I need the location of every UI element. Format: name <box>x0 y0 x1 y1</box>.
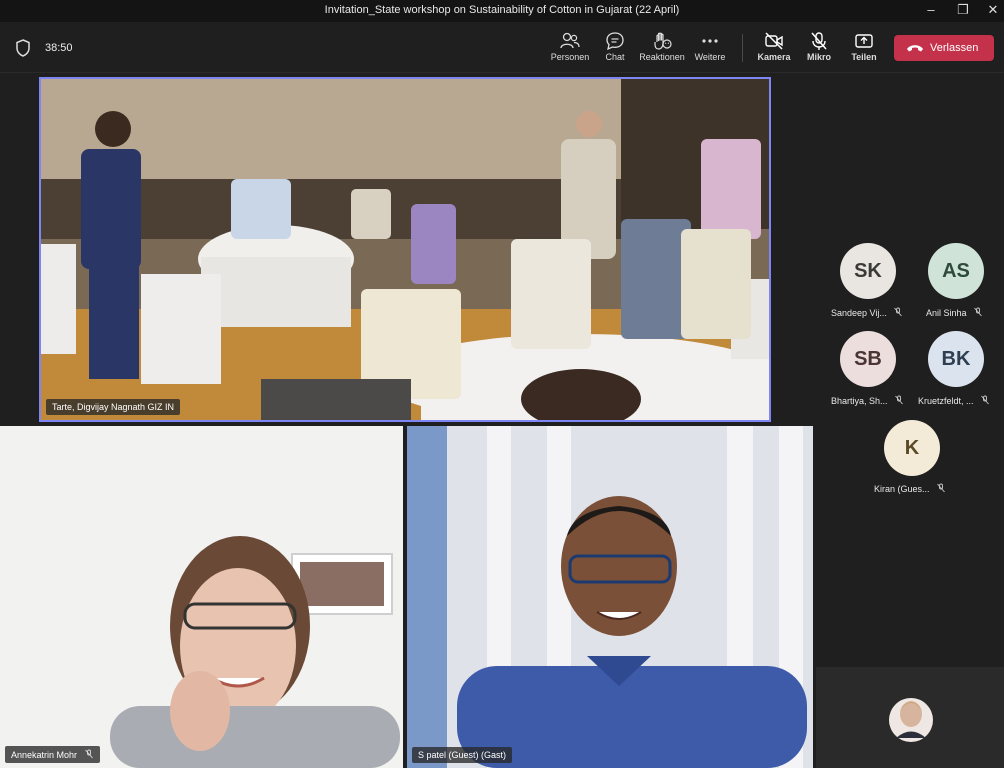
video-tile-spatel[interactable]: S patel (Guest) (Gast) <box>407 426 813 768</box>
participant-avatar[interactable]: SK <box>840 243 896 299</box>
participant-name: Kruetzfeldt, ... <box>918 395 990 406</box>
close-icon[interactable]: ✕ <box>978 0 1004 22</box>
participant-name-text: Sandeep Vij... <box>831 308 887 318</box>
mic-off-icon <box>936 483 945 493</box>
participant-avatar[interactable]: AS <box>928 243 984 299</box>
video-feed <box>407 426 813 768</box>
share-label: Teilen <box>851 52 877 62</box>
participant-name-text: Bhartiya, Sh... <box>831 396 888 406</box>
participant-name: Sandeep Vij... <box>831 307 903 318</box>
more-icon <box>702 39 718 43</box>
toolbar-divider <box>742 34 743 62</box>
title-bar: Invitation_State workshop on Sustainabil… <box>0 0 1004 22</box>
more-button[interactable]: Weitere <box>682 30 738 62</box>
participant-avatar[interactable]: BK <box>928 331 984 387</box>
leave-button[interactable]: Verlassen <box>894 35 994 61</box>
video-feed <box>0 426 403 768</box>
mic-off-icon <box>894 307 902 317</box>
mic-off-icon <box>894 395 903 405</box>
participant-name-tag: S patel (Guest) (Gast) <box>412 747 513 763</box>
meeting-timer: 38:50 <box>45 42 73 54</box>
participant-name-text: Kiran (Gues... <box>874 484 930 494</box>
reactions-label: Reaktionen <box>639 52 685 62</box>
meeting-toolbar: 38:50 Personen Chat Reaktionen Weitere K… <box>0 22 1004 73</box>
participant-name: Anil Sinha <box>926 307 983 318</box>
people-label: Personen <box>550 52 590 62</box>
chat-icon <box>606 32 624 51</box>
participant-name: Kiran (Gues... <box>874 483 946 494</box>
mic-off-icon <box>973 307 982 317</box>
minimize-icon[interactable]: – <box>916 0 946 22</box>
more-label: Weitere <box>694 52 726 62</box>
self-view[interactable] <box>816 667 1004 768</box>
participant-name-text: Kruetzfeldt, ... <box>918 396 974 406</box>
camera-label: Kamera <box>757 52 791 62</box>
participant-name-tag: Tarte, Digvijay Nagnath GIZ IN <box>46 399 181 415</box>
participant-name-tag: Annekatrin Mohr <box>5 746 100 763</box>
video-tile-main[interactable]: Tarte, Digvijay Nagnath GIZ IN <box>39 77 771 422</box>
participant-avatar[interactable]: K <box>884 420 940 476</box>
mic-off-icon <box>84 749 93 759</box>
leave-label: Verlassen <box>930 42 979 54</box>
phone-icon <box>907 45 923 52</box>
participant-name: Annekatrin Mohr <box>11 750 78 760</box>
shield-icon <box>16 39 30 57</box>
participant-name-text: Anil Sinha <box>926 308 967 318</box>
avatar <box>889 698 933 742</box>
restore-icon[interactable]: ❐ <box>948 0 978 22</box>
video-tile-annekatrin[interactable]: Annekatrin Mohr <box>0 426 403 768</box>
window-title: Invitation_State workshop on Sustainabil… <box>324 4 680 16</box>
camera-off-icon <box>765 32 783 50</box>
chat-label: Chat <box>605 52 625 62</box>
mic-off-icon <box>811 32 827 50</box>
participant-avatar[interactable]: SB <box>840 331 896 387</box>
share-button[interactable]: Teilen <box>836 30 892 62</box>
reactions-icon <box>654 32 672 50</box>
mic-off-icon <box>980 395 989 405</box>
video-feed <box>41 79 769 420</box>
mic-label: Mikro <box>806 52 831 62</box>
share-icon <box>855 34 873 48</box>
participant-name: Bhartiya, Sh... <box>831 395 904 406</box>
people-icon <box>560 32 580 49</box>
